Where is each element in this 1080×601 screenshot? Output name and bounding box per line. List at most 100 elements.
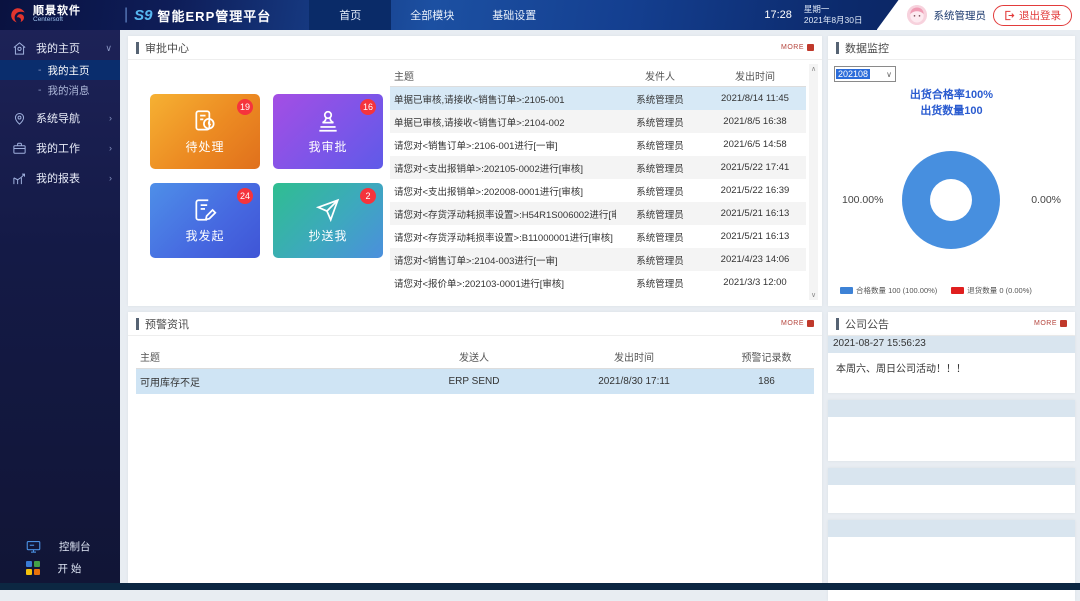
donut-left-label: 100.00% xyxy=(842,194,883,206)
table-row[interactable]: 请您对<支出报销单>:202105-0002进行[审核] 系统管理员 2021/… xyxy=(390,156,806,179)
col-time: 发出时间 xyxy=(704,68,806,83)
cell-subject: 请您对<存货浮动耗损率设置>:H54R1S006002进行[审核] xyxy=(390,207,616,221)
announcement-item xyxy=(828,400,1075,461)
start-icon xyxy=(26,561,40,575)
table-row[interactable]: 单据已审核,请接收<销售订单>:2105-001 系统管理员 2021/8/14… xyxy=(390,87,806,110)
cell-sender: 系统管理员 xyxy=(616,207,704,221)
announcement-item[interactable]: 2021-08-27 15:56:23 本周六、周日公司活动！！！ xyxy=(828,336,1075,393)
title-accent-bar xyxy=(136,318,139,330)
announcement-date xyxy=(828,400,1075,417)
sidebar-group-system-nav[interactable]: 系统导航 › xyxy=(0,106,120,130)
table-row[interactable]: 单据已审核,请接收<销售订单>:2104-002 系统管理员 2021/8/5 … xyxy=(390,110,806,133)
alerts-panel-header: 预警资讯 MORE xyxy=(128,312,822,336)
alerts-table: 主题 发送人 发出时间 预警记录数 可用库存不足 ERP SEND 2021/8… xyxy=(136,344,814,394)
announcements-panel-header: 公司公告 MORE xyxy=(828,312,1075,336)
scroll-down-icon[interactable]: ∨ xyxy=(811,291,816,299)
cell-time: 2021/5/21 16:13 xyxy=(704,231,806,242)
monitor-panel-header: 数据监控 xyxy=(828,36,1075,60)
announcements-more-button[interactable]: MORE xyxy=(1034,320,1067,327)
sidebar-item-my-messages[interactable]: - 我的消息 xyxy=(0,80,120,100)
tile-pending[interactable]: 19 待处理 xyxy=(150,94,260,169)
table-row[interactable]: 请您对<存货浮动耗损率设置>:B11000001进行[审核] 系统管理员 202… xyxy=(390,225,806,248)
dash-marker: - xyxy=(38,64,42,76)
alerts-table-header: 主题 发送人 发出时间 预警记录数 xyxy=(136,344,814,369)
home-icon xyxy=(12,41,27,56)
col-sender: 发件人 xyxy=(616,68,704,83)
chevron-right-icon: › xyxy=(109,143,112,153)
brand-subtitle: Centersoft xyxy=(33,17,81,24)
map-pin-icon xyxy=(12,111,27,126)
approval-center-panel: 审批中心 MORE 19 待处理 16 我审批 xyxy=(128,36,822,306)
sidebar-item-label: 我的消息 xyxy=(48,83,90,98)
approval-table-scrollbar[interactable]: ∧ ∨ xyxy=(809,64,818,300)
tile-label: 待处理 xyxy=(185,138,224,155)
document-clock-icon xyxy=(192,108,218,134)
swirl-logo-icon xyxy=(8,5,28,25)
cell-subject: 请您对<支出报销单>:202105-0002进行[审核] xyxy=(390,161,616,175)
logout-label: 退出登录 xyxy=(1019,8,1061,23)
legend-swatch-blue xyxy=(840,287,853,294)
nav-tab-settings[interactable]: 基础设置 xyxy=(473,0,555,30)
table-row[interactable]: 请您对<销售订单>:2106-001进行[一审] 系统管理员 2021/6/5 … xyxy=(390,133,806,156)
period-select[interactable]: 202108 ∨ xyxy=(834,66,896,82)
alerts-panel: 预警资讯 MORE 主题 发送人 发出时间 预警记录数 可用库存不足 ERP S… xyxy=(128,312,822,583)
cell-sender: ERP SEND xyxy=(399,376,549,387)
sidebar-group-my-reports[interactable]: 我的报表 › xyxy=(0,166,120,190)
user-area: 系统管理员 退出登录 xyxy=(877,0,1080,30)
cell-subject: 单据已审核,请接收<销售订单>:2104-002 xyxy=(390,115,616,129)
cell-time: 2021/3/3 12:00 xyxy=(704,277,806,288)
legend-label: 合格数量 100 (100.00%) xyxy=(856,285,937,296)
sidebar-item-label: 我的主页 xyxy=(48,63,90,78)
alerts-more-button[interactable]: MORE xyxy=(781,320,814,327)
table-row[interactable]: 请您对<销售订单>:2104-003进行[一审] 系统管理员 2021/4/23… xyxy=(390,248,806,271)
table-row[interactable]: 请您对<存货浮动耗损率设置>:H54R1S006002进行[审核] 系统管理员 … xyxy=(390,202,806,225)
announcement-date: 2021-08-27 15:56:23 xyxy=(828,336,1075,353)
sidebar-group-label: 系统导航 xyxy=(36,110,80,126)
scroll-up-icon[interactable]: ∧ xyxy=(811,65,816,73)
approvals-count-badge: 16 xyxy=(360,99,376,115)
approval-panel-header: 审批中心 MORE xyxy=(128,36,822,60)
cell-sender: 系统管理员 xyxy=(616,138,704,152)
tile-label: 我审批 xyxy=(308,138,347,155)
logout-button[interactable]: 退出登录 xyxy=(993,5,1072,26)
main-content: 审批中心 MORE 19 待处理 16 我审批 xyxy=(120,30,1080,583)
tile-cc-to-me[interactable]: 2 抄送我 xyxy=(273,183,383,258)
avatar-face-icon xyxy=(907,5,927,25)
table-row[interactable]: 请您对<支出报销单>:202008-0001进行[审核] 系统管理员 2021/… xyxy=(390,179,806,202)
approval-more-button[interactable]: MORE xyxy=(781,44,814,51)
more-icon xyxy=(1060,320,1067,327)
tile-my-initiated[interactable]: 24 我发起 xyxy=(150,183,260,258)
col-sender: 发送人 xyxy=(399,349,549,364)
cell-time: 2021/8/30 17:11 xyxy=(549,376,719,387)
logout-icon xyxy=(1004,10,1015,21)
col-subject: 主题 xyxy=(136,349,399,364)
table-row[interactable]: 请您对<报价单>:202103-0001进行[审核] 系统管理员 2021/3/… xyxy=(390,271,806,294)
cell-time: 2021/5/22 17:41 xyxy=(704,162,806,173)
sidebar-group-my-home[interactable]: 我的主页 ∨ xyxy=(0,36,120,60)
more-label: MORE xyxy=(1034,320,1057,327)
sidebar-group-label: 我的工作 xyxy=(36,140,80,156)
chevron-down-icon: ∨ xyxy=(886,70,892,79)
alert-row[interactable]: 可用库存不足 ERP SEND 2021/8/30 17:11 186 xyxy=(136,369,814,394)
sidebar-group-my-work[interactable]: 我的工作 › xyxy=(0,136,120,160)
sidebar-item-my-home[interactable]: - 我的主页 xyxy=(0,60,120,80)
cell-subject: 可用库存不足 xyxy=(136,374,399,389)
sidebar-group-label: 我的主页 xyxy=(36,40,80,56)
cell-sender: 系统管理员 xyxy=(616,253,704,267)
tile-my-approvals[interactable]: 16 我审批 xyxy=(273,94,383,169)
console-button[interactable]: 控制台 xyxy=(0,535,120,557)
sidebar-bottom: 控制台 开 始 xyxy=(0,535,120,579)
period-value: 202108 xyxy=(836,69,870,79)
cell-record-count: 186 xyxy=(719,376,814,387)
approval-table-header: 主题 发件人 发出时间 xyxy=(390,64,806,87)
cell-time: 2021/4/23 14:06 xyxy=(704,254,806,265)
clock-time: 17:28 xyxy=(764,9,792,21)
more-icon xyxy=(807,320,814,327)
s9-logo: S9 xyxy=(134,7,152,24)
nav-tab-all-modules[interactable]: 全部模块 xyxy=(391,0,473,30)
avatar[interactable] xyxy=(907,5,927,25)
sidebar-group-label: 我的报表 xyxy=(36,170,80,186)
start-button[interactable]: 开 始 xyxy=(0,557,120,579)
nav-tab-home[interactable]: 首页 xyxy=(309,0,391,30)
console-icon xyxy=(26,539,41,554)
